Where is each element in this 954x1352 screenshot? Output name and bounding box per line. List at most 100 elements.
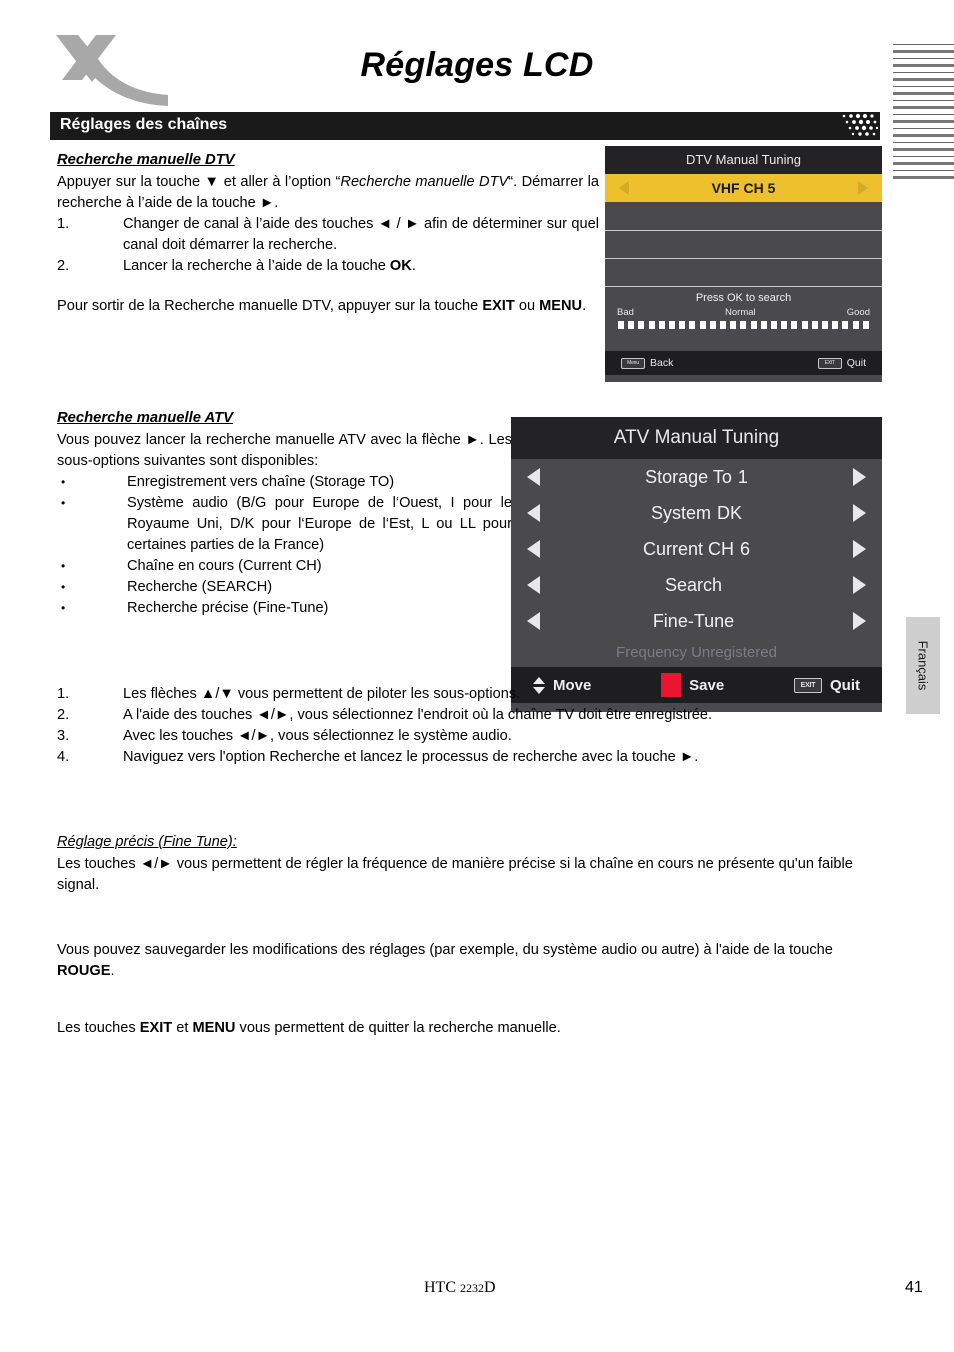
dtv-back-label: Back	[650, 357, 674, 369]
atv-bullet-text: Système audio (B/G pour Europe de l‘Oues…	[127, 495, 512, 553]
dtv-step-2-marker: 2.	[57, 258, 70, 274]
exit-paragraph: Les touches EXIT et MENU vous permettent…	[57, 1020, 561, 1036]
page-title: Réglages LCD	[360, 46, 594, 84]
signal-segment	[658, 321, 665, 329]
dtv-selected-channel-row[interactable]: VHF CH 5	[605, 174, 882, 202]
chevron-right-icon[interactable]	[853, 468, 866, 486]
dtv-channel-value: VHF CH 5	[711, 180, 776, 196]
exit-key-icon: EXIT	[817, 357, 842, 369]
footer-page-number: 41	[905, 1279, 923, 1296]
dtv-empty-row	[605, 258, 882, 286]
bullet-icon: •	[61, 559, 66, 573]
section-header-bar: Réglages des chaînes	[50, 112, 880, 140]
atv-row-label: Search	[664, 574, 723, 595]
dtv-step-1-marker: 1.	[57, 216, 70, 232]
atv-step-2: 2. A l'aide des touches ◄/►, vous sélect…	[57, 705, 889, 726]
atv-step-1: 1. Les flèches ▲/▼ vous permettent de pi…	[57, 684, 889, 705]
atv-step-4-marker: 4.	[57, 749, 70, 765]
atv-row-label: Current CH 6	[642, 538, 751, 559]
atv-intro-paragraph: Vous pouvez lancer la recherche manuelle…	[57, 432, 512, 469]
atv-step-2-marker: 2.	[57, 707, 70, 723]
atv-row-current-ch[interactable]: Current CH 6	[511, 531, 882, 567]
signal-segment	[720, 321, 727, 329]
dtv-exit-paragraph: Pour sortir de la Recherche manuelle DTV…	[57, 298, 587, 314]
dtv-panel-title: DTV Manual Tuning	[605, 146, 882, 174]
chevron-right-icon[interactable]	[858, 181, 868, 195]
chevron-left-icon[interactable]	[527, 504, 540, 522]
signal-segment	[628, 321, 635, 329]
dtv-empty-row	[605, 202, 882, 230]
chevron-right-icon[interactable]	[853, 540, 866, 558]
atv-step-3-marker: 3.	[57, 728, 70, 744]
fine-tune-block: Réglage précis (Fine Tune): Les touches …	[57, 832, 889, 896]
signal-segment	[740, 321, 747, 329]
chevron-right-icon[interactable]	[853, 576, 866, 594]
dtv-step-2-text: Lancer la recherche à l’aide de la touch…	[123, 258, 416, 274]
atv-row-search[interactable]: Search	[511, 567, 882, 603]
signal-segment	[771, 321, 778, 329]
bullet-icon: •	[61, 496, 66, 510]
signal-segment	[648, 321, 655, 329]
signal-segment	[669, 321, 676, 329]
atv-row-storage-to[interactable]: Storage To 1	[511, 459, 882, 495]
signal-label-normal: Normal	[725, 307, 756, 318]
signal-segment	[638, 321, 645, 329]
halftone-pattern	[842, 113, 879, 136]
atv-step-3: 3. Avec les touches ◄/►, vous sélectionn…	[57, 726, 889, 747]
atv-step-4-text: Naviguez vers l'option Recherche et lanc…	[123, 749, 699, 765]
chevron-right-icon[interactable]	[853, 612, 866, 630]
signal-segment	[709, 321, 716, 329]
dtv-heading: Recherche manuelle DTV	[57, 152, 235, 168]
signal-segment	[791, 321, 798, 329]
atv-row-fine-tune[interactable]: Fine-Tune	[511, 603, 882, 639]
dtv-manual-tuning-panel: DTV Manual Tuning VHF CH 5 Press OK to s…	[605, 146, 882, 382]
atv-step-3-text: Avec les touches ◄/►, vous sélectionnez …	[123, 728, 512, 744]
language-side-tab: Français	[906, 617, 940, 714]
chevron-left-icon[interactable]	[527, 540, 540, 558]
fine-tune-heading: Réglage précis (Fine Tune):	[57, 834, 237, 850]
dtv-text-block: Recherche manuelle DTV Appuyer sur la to…	[57, 150, 599, 317]
chevron-left-icon[interactable]	[527, 468, 540, 486]
dtv-search-hint: Press OK to search	[695, 292, 792, 304]
exit-paragraph-block: Les touches EXIT et MENU vous permettent…	[57, 1018, 889, 1039]
atv-manual-tuning-panel: ATV Manual Tuning Storage To 1 System DK C…	[511, 417, 882, 712]
signal-label-good: Good	[846, 307, 870, 318]
signal-label-bad: Bad	[617, 307, 634, 318]
atv-bullet: • Recherche précise (Fine-Tune)	[57, 598, 512, 619]
dtv-back-action[interactable]: Menu Back	[621, 357, 673, 369]
dtv-step-2: 2. Lancer la recherche à l’aide de la to…	[57, 256, 599, 277]
dtv-signal-strength-bar	[605, 318, 882, 329]
chevron-left-icon[interactable]	[527, 612, 540, 630]
atv-bullet: • Système audio (B/G pour Europe de l‘Ou…	[57, 493, 512, 556]
atv-bullet-text: Recherche précise (Fine-Tune)	[127, 600, 329, 616]
signal-segment	[781, 321, 788, 329]
dtv-signal-area: Press OK to search Bad Normal Good	[605, 286, 882, 351]
atv-bullet: • Recherche (SEARCH)	[57, 577, 512, 598]
dtv-quit-action[interactable]: EXIT Quit	[817, 357, 866, 369]
chevron-left-icon[interactable]	[527, 576, 540, 594]
bullet-icon: •	[61, 580, 66, 594]
atv-row-system[interactable]: System DK	[511, 495, 882, 531]
atv-panel-title: ATV Manual Tuning	[511, 417, 882, 459]
language-side-tab-label: Français	[915, 640, 931, 691]
chevron-right-icon[interactable]	[853, 504, 866, 522]
atv-bullet-text: Enregistrement vers chaîne (Storage TO)	[127, 474, 395, 490]
atv-bullet: • Chaîne en cours (Current CH)	[57, 556, 512, 577]
atv-frequency-status: Frequency Unregistered	[616, 644, 777, 661]
chevron-left-icon[interactable]	[619, 181, 629, 195]
bullet-icon: •	[61, 475, 66, 489]
signal-segment	[689, 321, 696, 329]
signal-segment	[862, 321, 869, 329]
signal-segment	[832, 321, 839, 329]
signal-segment	[699, 321, 706, 329]
dtv-empty-row	[605, 230, 882, 258]
dtv-intro-paragraph: Appuyer sur la touche ▼ et aller à l’opt…	[57, 174, 599, 211]
menu-key-icon: Menu	[621, 357, 645, 369]
atv-row-label: System DK	[650, 502, 743, 523]
signal-segment	[801, 321, 808, 329]
atv-heading: Recherche manuelle ATV	[57, 410, 233, 426]
signal-segment	[852, 321, 859, 329]
save-paragraph: Vous pouvez sauvegarder les modification…	[57, 942, 833, 979]
signal-segment	[811, 321, 818, 329]
signal-segment	[618, 321, 624, 329]
